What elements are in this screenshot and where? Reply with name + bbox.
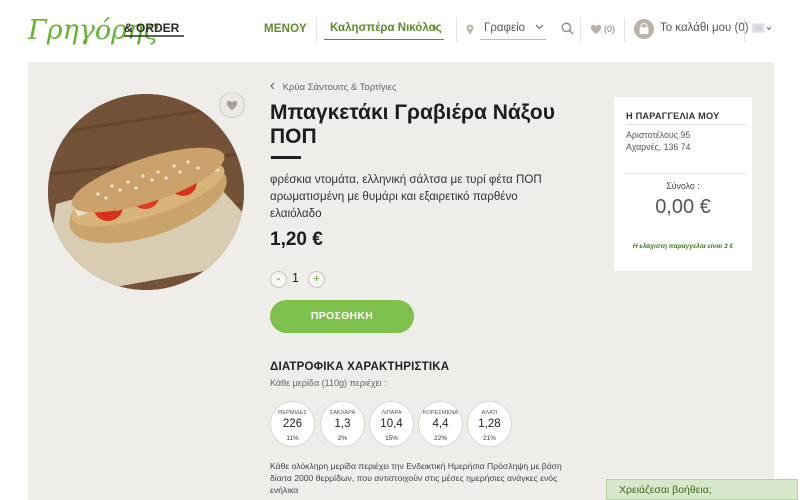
nutrition-value: 226 [282, 418, 303, 430]
product-title: Μπαγκετάκι Γραβιέρα Νάξου ΠΟΠ [270, 101, 555, 148]
basket-icon [639, 23, 649, 34]
divider [626, 173, 746, 174]
heart-icon [226, 100, 238, 110]
chevron-left-icon [270, 82, 275, 90]
product-description: φρέσκια ντομάτα, ελληνική σάλτσα με τυρί… [270, 173, 542, 220]
nutrition-item-salt: ΑΛΑΤΙ 1,28 21% [467, 401, 512, 447]
nutrition-item-saturates: ΚΟΡΕΣΜΕΝΑ 4,4 22% [418, 401, 463, 447]
basket-label[interactable]: Το καλάθι μου (0) [660, 22, 749, 34]
quantity-decrease-button[interactable]: - [270, 271, 287, 288]
breadcrumb[interactable]: Κρύα Σάντουιτς & Τορτίγιες [270, 82, 397, 93]
header-divider [624, 18, 625, 42]
order-summary-card: Η ΠΑΡΑΓΓΕΛΙΑ ΜΟΥ Αριστοτέλους 95 Αχαρνές… [614, 97, 752, 271]
header-divider [316, 18, 317, 42]
order-total-value: 0,00 € [655, 196, 711, 218]
header-divider [456, 18, 457, 42]
add-to-favorites-button[interactable] [219, 92, 245, 118]
nutrition-label: ΑΛΑΤΙ [481, 410, 498, 416]
brand-logo[interactable]: Γρηγόρης & ORDER [26, 8, 186, 52]
svg-text:& ORDER: & ORDER [124, 21, 180, 35]
nutrition-label: ΚΟΡΕΣΜΕΝΑ [423, 410, 458, 416]
add-to-cart-button[interactable]: ΠΡΟΣΘΗΚΗ [270, 300, 414, 333]
language-flag-icon[interactable] [752, 22, 772, 34]
nutrition-value: 4,4 [432, 418, 449, 430]
delivery-address-line: Αχαρνές, 136 74 [626, 142, 691, 152]
menu-link[interactable]: ΜΕΝΟΥ [264, 23, 307, 35]
nutrition-title: ΔΙΑΤΡΟΦΙΚΑ ΧΑΡΑΚΤΗΡΙΣΤΙΚΑ [270, 361, 450, 373]
quantity-increase-button[interactable]: + [308, 271, 325, 288]
favorites-count: (0) [604, 24, 615, 34]
nutrition-label: ΣΑΚΧΑΡΑ [329, 410, 356, 416]
nutrition-label: ΛΙΠΑΡΑ [381, 410, 402, 416]
nutrition-item-fat: ΛΙΠΑΡΑ 10,4 15% [369, 401, 414, 447]
heart-icon[interactable] [590, 24, 602, 35]
location-label: Γραφείο [484, 22, 526, 34]
minimum-order-note: Η ελάχιστη παραγγελία είναι 3 € [632, 243, 734, 250]
greeting-label: Καλησπέρα Νικόλας [330, 22, 442, 34]
header-divider [580, 18, 581, 42]
product-price: 1,20 € [270, 229, 323, 250]
search-icon[interactable] [561, 22, 574, 35]
nutrition-percent: 2% [337, 435, 348, 442]
location-pin-icon [466, 24, 474, 35]
nutrition-percent: 22% [434, 435, 447, 442]
basket-button[interactable] [634, 19, 654, 39]
chevron-down-icon [535, 24, 544, 30]
header-divider [744, 18, 745, 42]
product-image [48, 94, 244, 290]
nutrition-value: 10,4 [380, 418, 403, 430]
title-underline [271, 156, 301, 159]
nutrition-percent: 11% [286, 435, 299, 442]
location-dropdown[interactable]: Γραφείο [480, 18, 546, 40]
nutrition-subtitle: Κάθε μερίδα (110g) περιέχει : [270, 378, 387, 388]
nutrition-item-sugars: ΣΑΚΧΑΡΑ 1,3 2% [320, 401, 365, 447]
site-header: Γρηγόρης & ORDER ΜΕΝΟΥ Καλησπέρα Νικόλας… [0, 0, 800, 62]
nutrition-percent: 15% [385, 435, 398, 442]
chevron-down-icon [431, 24, 440, 30]
help-chat-button[interactable]: Χρειάζεσαι βοήθεια; [606, 479, 798, 500]
nutrition-value: 1,28 [478, 418, 501, 430]
user-greeting-dropdown[interactable]: Καλησπέρα Νικόλας [324, 18, 444, 40]
nutrition-percent: 21% [483, 435, 496, 442]
divider [626, 124, 746, 125]
nutrition-item-calories: ΘΕΡΜΙΔΕΣ 226 11% [270, 401, 315, 447]
quantity-value: 1 [292, 271, 299, 285]
nutrition-disclaimer: Κάθε ολόκληρη μερίδα περιέχει την Ενδεικ… [270, 461, 562, 495]
delivery-address-line: Αριστοτέλους 95 [626, 130, 691, 140]
breadcrumb-label: Κρύα Σάντουιτς & Τορτίγιες [282, 82, 397, 93]
order-total-label: Σύνολο : [666, 181, 700, 191]
order-title: Η ΠΑΡΑΓΓΕΛΙΑ ΜΟΥ [626, 111, 720, 121]
nutrition-label: ΘΕΡΜΙΔΕΣ [278, 410, 307, 416]
nutrition-value: 1,3 [334, 418, 351, 430]
